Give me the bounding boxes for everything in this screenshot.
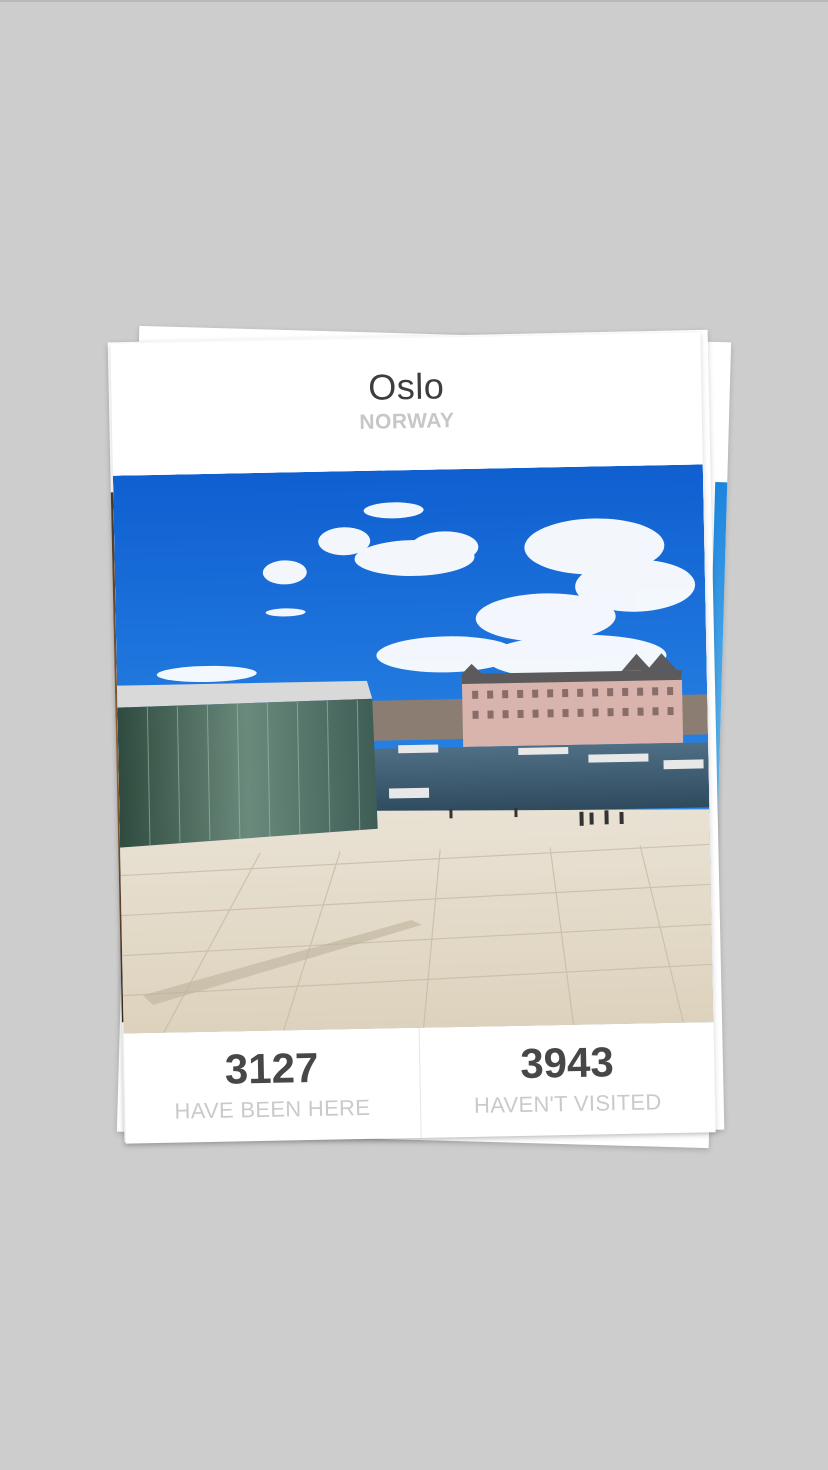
visit-stats: 3127 HAVE BEEN HERE 3943 HAVEN'T VISITED [124, 1022, 716, 1143]
card-stack[interactable]: Oslo NORWAY 3127 HAVE BEEN HERE 3943 HAV… [0, 0, 828, 1470]
visited-count: 3127 [224, 1043, 319, 1093]
destination-photo [112, 464, 714, 1034]
visited-label: HAVE BEEN HERE [174, 1094, 371, 1124]
destination-card[interactable]: Oslo NORWAY 3127 HAVE BEEN HERE 3943 HAV… [110, 332, 716, 1144]
not-visited-label: HAVEN'T VISITED [473, 1089, 662, 1118]
card-header: Oslo NORWAY [110, 332, 702, 475]
not-visited-stat[interactable]: 3943 HAVEN'T VISITED [418, 1022, 716, 1138]
city-name: Oslo [367, 365, 445, 408]
not-visited-count: 3943 [519, 1038, 615, 1087]
oslo-opera-house-image [112, 464, 714, 1034]
visited-stat[interactable]: 3127 HAVE BEEN HERE [124, 1028, 421, 1144]
